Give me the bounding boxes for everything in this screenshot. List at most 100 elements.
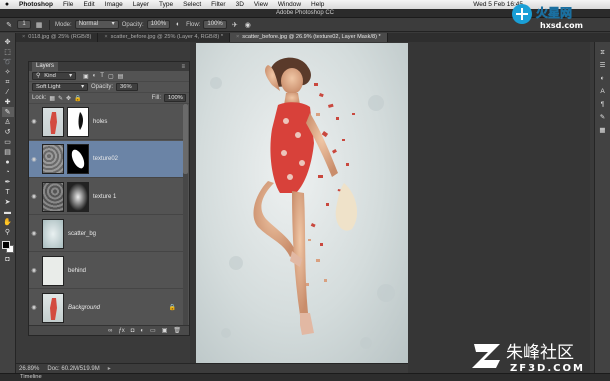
menu-layer[interactable]: Layer <box>128 1 154 8</box>
visibility-eye-icon[interactable]: ◉ <box>29 118 39 125</box>
adjustments-panel-icon[interactable]: ◐ <box>597 74 609 84</box>
filter-shape-icon[interactable]: ▢ <box>108 73 114 80</box>
lock-position-icon[interactable]: ✥ <box>66 95 71 102</box>
path-select-tool-icon[interactable]: ➤ <box>2 197 14 207</box>
layer-mask-thumbnail[interactable] <box>67 181 89 212</box>
trash-icon[interactable]: 🗑 <box>173 327 181 334</box>
layer-thumbnail[interactable] <box>42 144 64 174</box>
opacity-field[interactable]: 100% <box>146 20 171 29</box>
lock-transparency-icon[interactable]: ▦ <box>49 95 55 102</box>
menu-edit[interactable]: Edit <box>78 1 99 8</box>
visibility-eye-icon[interactable]: ◉ <box>29 193 39 200</box>
timeline-bar[interactable]: Timeline <box>0 373 610 381</box>
quick-mask-icon[interactable]: ◘ <box>2 254 14 264</box>
eyedropper-tool-icon[interactable]: ⁄ <box>2 87 14 97</box>
zoom-level[interactable]: 26.89% <box>19 366 39 372</box>
layer-name[interactable]: texture02 <box>93 156 118 162</box>
crop-tool-icon[interactable]: ⌗ <box>2 77 14 87</box>
menu-type[interactable]: Type <box>154 1 178 8</box>
layer-row-holes[interactable]: ◉ holes <box>29 104 184 140</box>
doc-tab-3[interactable]: × scatter_before.jpg @ 26.9% (texture02, … <box>230 33 388 42</box>
scrollbar-thumb[interactable] <box>183 104 188 174</box>
history-brush-tool-icon[interactable]: ↺ <box>2 127 14 137</box>
menu-file[interactable]: File <box>58 1 78 8</box>
adjustment-layer-icon[interactable]: ◐ <box>140 328 144 334</box>
layer-mask-thumbnail[interactable] <box>67 144 89 174</box>
quick-select-tool-icon[interactable]: ✧ <box>2 67 14 77</box>
tab-layers[interactable]: Layers <box>32 62 59 71</box>
layer-opacity-field[interactable]: 36% <box>116 83 139 91</box>
filter-pixel-icon[interactable]: ▣ <box>83 73 89 80</box>
color-swatches[interactable] <box>1 240 15 254</box>
panel-menu-icon[interactable]: ≡ <box>181 64 189 70</box>
filter-type-icon[interactable]: T <box>100 73 104 80</box>
menu-view[interactable]: View <box>249 1 273 8</box>
menu-select[interactable]: Select <box>178 1 206 8</box>
pressure-size-icon[interactable]: ◉ <box>243 20 253 30</box>
shape-tool-icon[interactable]: ▬ <box>2 207 14 217</box>
clone-stamp-tool-icon[interactable]: ♙ <box>2 117 14 127</box>
brush-panel-icon[interactable]: ✎ <box>597 113 609 123</box>
doc-tab-1[interactable]: × 0118.jpg @ 25% (RGB/8) <box>16 33 99 42</box>
menu-3d[interactable]: 3D <box>231 1 249 8</box>
healing-brush-tool-icon[interactable]: ✚ <box>2 97 14 107</box>
move-tool-icon[interactable]: ✥ <box>2 37 14 47</box>
fill-field[interactable]: 100% <box>164 94 186 102</box>
visibility-eye-icon[interactable]: ◉ <box>29 267 39 274</box>
pen-tool-icon[interactable]: ✒ <box>2 177 14 187</box>
layer-name[interactable]: behind <box>68 268 86 274</box>
blend-mode-select[interactable]: Soft Light ▾ <box>32 83 88 91</box>
blur-tool-icon[interactable]: ● <box>2 157 14 167</box>
fx-icon[interactable]: ƒx <box>118 328 124 334</box>
doc-tab-2[interactable]: × scatter_before.jpg @ 25% (Layer 4, RGB/… <box>98 33 230 42</box>
type-tool-icon[interactable]: T <box>2 187 14 197</box>
menu-photoshop[interactable]: Photoshop <box>14 1 58 8</box>
layer-row-texture-1[interactable]: ◉ texture 1 <box>29 179 184 215</box>
layer-row-behind[interactable]: ◉ behind <box>29 253 184 289</box>
history-panel-icon[interactable]: ⧖ <box>597 48 609 58</box>
document-canvas[interactable] <box>196 43 408 363</box>
mode-select[interactable]: Normal ▾ <box>74 20 119 29</box>
layer-thumbnail[interactable] <box>42 218 64 249</box>
eraser-tool-icon[interactable]: ▭ <box>2 137 14 147</box>
link-layers-icon[interactable]: ∞ <box>108 328 112 334</box>
brush-tool-icon[interactable]: ✎ <box>1 107 14 117</box>
menu-help[interactable]: Help <box>306 1 329 8</box>
layer-thumbnail[interactable] <box>42 292 64 323</box>
pressure-opacity-icon[interactable]: ◐ <box>173 20 183 30</box>
layer-row-scatter-bg[interactable]: ◉ scatter_bg <box>29 216 184 252</box>
visibility-eye-icon[interactable]: ◉ <box>29 230 39 237</box>
apple-menu-icon[interactable]: ● <box>0 1 14 8</box>
flow-field[interactable]: 100% <box>203 20 227 29</box>
layers-scrollbar[interactable] <box>183 104 188 326</box>
layer-name[interactable]: holes <box>93 119 107 125</box>
brush-tool-preset-icon[interactable]: ✎ <box>4 20 14 30</box>
swatches-panel-icon[interactable]: ▦ <box>597 126 609 136</box>
zoom-tool-icon[interactable]: ⚲ <box>2 227 14 237</box>
layer-name[interactable]: texture 1 <box>93 194 116 200</box>
lock-all-icon[interactable]: 🔒 <box>74 95 81 102</box>
layer-name[interactable]: Background <box>68 305 100 311</box>
add-mask-icon[interactable]: ◘ <box>131 328 135 334</box>
foreground-color-swatch[interactable] <box>1 241 10 249</box>
visibility-eye-icon[interactable]: ◉ <box>29 156 39 163</box>
layer-thumbnail[interactable] <box>42 106 64 137</box>
marquee-tool-icon[interactable]: ⬚ <box>2 47 14 57</box>
filter-smart-object-icon[interactable]: ▤ <box>118 73 124 80</box>
dodge-tool-icon[interactable]: ◔ <box>2 167 14 177</box>
visibility-eye-icon[interactable]: ◉ <box>29 304 39 311</box>
close-icon[interactable]: × <box>104 33 107 42</box>
new-group-icon[interactable]: ▭ <box>150 327 156 334</box>
filter-adjustment-icon[interactable]: ◐ <box>93 73 97 80</box>
menu-window[interactable]: Window <box>273 1 306 8</box>
hand-tool-icon[interactable]: ✋ <box>2 217 14 227</box>
menu-image[interactable]: Image <box>100 1 128 8</box>
layer-row-texture02[interactable]: ◉ texture02 <box>29 141 184 178</box>
brush-size-picker[interactable]: 1 <box>17 20 31 29</box>
layer-thumbnail[interactable] <box>42 181 64 212</box>
new-layer-icon[interactable]: ▣ <box>162 327 168 334</box>
close-icon[interactable]: × <box>236 33 239 42</box>
status-menu-arrow-icon[interactable]: ▸ <box>108 365 111 372</box>
lasso-tool-icon[interactable]: ➰ <box>2 57 14 67</box>
properties-panel-icon[interactable]: ☰ <box>597 61 609 71</box>
